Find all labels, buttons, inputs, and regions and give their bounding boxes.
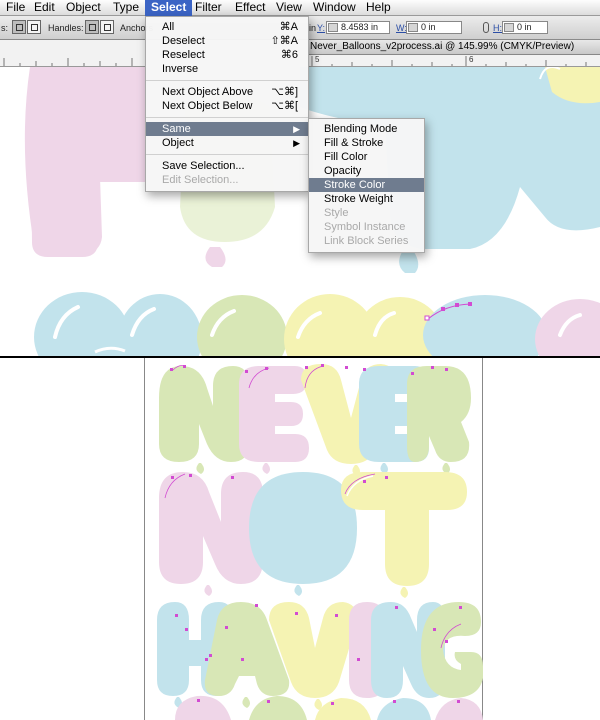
menu-item-label: Next Object Below (162, 100, 253, 112)
menu-item-label: Blending Mode (324, 123, 398, 135)
handles-smooth-icon[interactable] (100, 20, 114, 34)
handles-corner-icon[interactable] (12, 20, 26, 34)
menu-edit[interactable]: Edit (28, 0, 61, 16)
menu-separator (146, 154, 308, 155)
x-unit-fragment: in (309, 23, 317, 33)
w-field[interactable]: 0 in (406, 21, 462, 34)
submenu-item-blending-mode[interactable]: Blending Mode (309, 122, 424, 136)
menu-item-save-selection[interactable]: Save Selection... (146, 159, 308, 173)
balloon-knot (205, 247, 226, 267)
menu-item-deselect[interactable]: Deselect ⇧⌘A (146, 34, 308, 48)
h-value: 0 in (517, 22, 532, 32)
h-label[interactable]: H: (493, 23, 502, 33)
menu-item-label: Stroke Color (324, 179, 386, 191)
menu-item-label: Next Object Above (162, 86, 254, 98)
artboard[interactable] (144, 358, 483, 720)
menu-item-shortcut: ⌘A (279, 21, 298, 33)
menu-item-label: Fill & Stroke (324, 137, 384, 149)
submenu-item-stroke-color[interactable]: Stroke Color (309, 178, 424, 192)
horizontal-ruler-left (0, 40, 145, 67)
letter-o-blue (249, 472, 357, 584)
menu-item-object[interactable]: Object ▶ (146, 136, 308, 150)
submenu-item-fill-and-stroke[interactable]: Fill & Stroke (309, 136, 424, 150)
menu-item-label: Reselect (162, 49, 205, 61)
menu-item-label: Edit Selection... (162, 174, 239, 186)
handles-smooth-icon[interactable] (27, 20, 41, 34)
menu-item-label: Stroke Weight (324, 193, 393, 205)
menu-item-label: Same (162, 123, 191, 135)
document-title-tab[interactable]: Never_Balloons_v2process.ai @ 145.99% (C… (308, 40, 600, 55)
menu-item-shortcut: ⇧⌘A (270, 35, 298, 47)
ruler-number: 5 (315, 55, 320, 64)
menu-separator (146, 117, 308, 118)
select-menu-dropdown: All ⌘A Deselect ⇧⌘A Reselect ⌘6 Inverse Nex… (145, 16, 309, 192)
menu-help[interactable]: Help (360, 0, 397, 16)
menu-object[interactable]: Object (60, 0, 107, 16)
letter-n-green (159, 366, 249, 462)
menu-item-label: Save Selection... (162, 160, 245, 172)
letter-n-pink (159, 472, 263, 584)
menu-item-label: Deselect (162, 35, 205, 47)
menu-item-shortcut: ⌥⌘[ (271, 100, 298, 112)
y-stepper[interactable] (328, 23, 338, 32)
menu-item-same[interactable]: Same ▶ (146, 122, 308, 136)
menu-item-inverse[interactable]: Inverse (146, 62, 308, 76)
menu-item-label: All (162, 21, 175, 33)
menu-separator (146, 80, 308, 81)
y-value: 8.4583 in (341, 22, 379, 32)
menu-item-reselect[interactable]: Reselect ⌘6 (146, 48, 308, 62)
menu-item-label: Style (324, 207, 349, 219)
illustrator-screenshot-bottom (0, 358, 600, 720)
menu-item-edit-selection: Edit Selection... (146, 173, 308, 187)
menu-item-next-object-above[interactable]: Next Object Above ⌥⌘] (146, 85, 308, 99)
y-field[interactable]: 8.4583 in (326, 21, 390, 34)
letter-t-yellow (341, 472, 467, 586)
h-stepper[interactable] (504, 23, 514, 32)
letter-e-pink (239, 366, 309, 462)
menu-filter[interactable]: Filter (189, 0, 228, 16)
submenu-item-style: Style (309, 206, 424, 220)
y-label[interactable]: Y: (317, 23, 325, 33)
menu-item-label: Opacity (324, 165, 362, 177)
control-bar-fragment: s: (1, 23, 9, 33)
chain-link-icon[interactable] (483, 22, 489, 33)
menu-item-label: Fill Color (324, 151, 368, 163)
submenu-item-opacity[interactable]: Opacity (309, 164, 424, 178)
h-field[interactable]: 0 in (502, 21, 548, 34)
submenu-item-fill-color[interactable]: Fill Color (309, 150, 424, 164)
letter-r-green (407, 366, 471, 462)
menu-select[interactable]: Select (145, 0, 193, 16)
submenu-arrow-icon: ▶ (293, 138, 300, 148)
menu-effect[interactable]: Effect (229, 0, 271, 16)
handles-convert-icon[interactable] (85, 20, 99, 34)
submenu-item-symbol-instance: Symbol Instance (309, 220, 424, 234)
menu-item-label: Object (162, 137, 194, 149)
submenu-item-link-block-series: Link Block Series (309, 234, 424, 248)
menu-file[interactable]: File (0, 0, 31, 16)
handles-label: Handles: (48, 23, 84, 33)
balloon-lettering-artwork (157, 364, 483, 720)
menu-item-all[interactable]: All ⌘A (146, 20, 308, 34)
menu-item-shortcut: ⌥⌘] (271, 86, 298, 98)
horizontal-ruler: 5 6 (308, 55, 600, 67)
ruler-number: 6 (469, 55, 474, 64)
menu-window[interactable]: Window (307, 0, 362, 16)
menu-type[interactable]: Type (107, 0, 145, 16)
w-value: 0 in (421, 22, 436, 32)
menu-item-next-object-below[interactable]: Next Object Below ⌥⌘[ (146, 99, 308, 113)
letter-g-green (421, 602, 483, 698)
menu-bar: File Edit Object Type Select Filter Effe… (0, 0, 600, 16)
menu-item-label: Link Block Series (324, 235, 409, 247)
same-submenu-dropdown: Blending Mode Fill & Stroke Fill Color O… (308, 118, 425, 253)
menu-view[interactable]: View (270, 0, 308, 16)
menu-item-label: Symbol Instance (324, 221, 406, 233)
menu-item-label: Inverse (162, 63, 199, 75)
submenu-item-stroke-weight[interactable]: Stroke Weight (309, 192, 424, 206)
menu-item-shortcut: ⌘6 (280, 49, 298, 61)
w-stepper[interactable] (408, 23, 418, 32)
illustrator-screenshot-top: File Edit Object Type Select Filter Effe… (0, 0, 600, 356)
submenu-arrow-icon: ▶ (293, 124, 300, 134)
